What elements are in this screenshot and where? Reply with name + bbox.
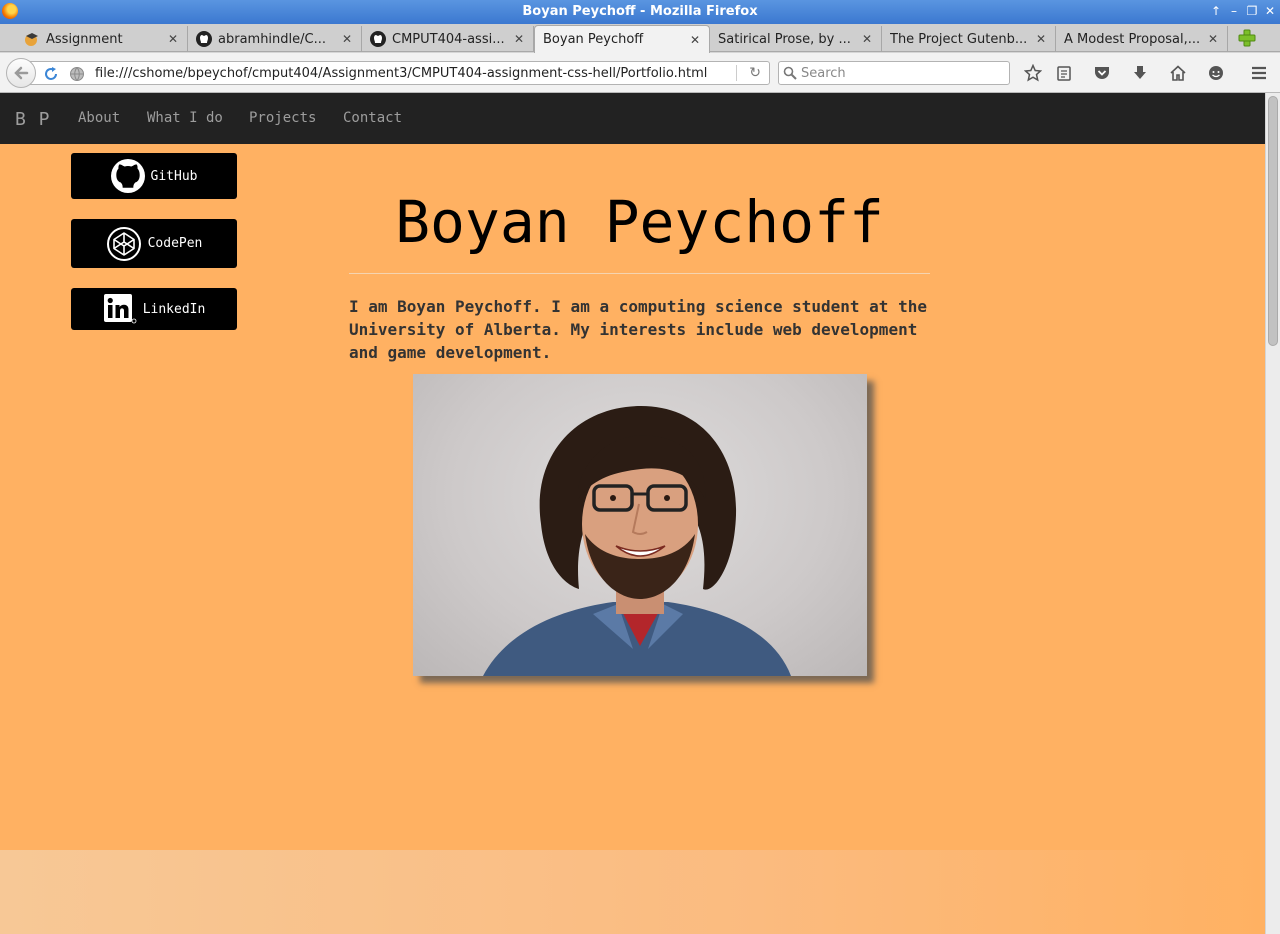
github-button-label: GitHub [150,168,198,184]
hamburger-menu-icon[interactable] [1250,64,1268,82]
tab-label: The Project Gutenb... [890,31,1028,47]
new-tab-button[interactable] [1236,28,1258,48]
tab-assignment[interactable]: Assignment ✕ [16,26,188,52]
codepen-button[interactable]: CodePen [71,219,237,268]
scrollbar-thumb[interactable] [1268,96,1278,346]
nav-link-what-i-do[interactable]: What I do [147,110,223,126]
tab-close-icon[interactable]: ✕ [513,32,525,46]
url-text[interactable]: file:///cshome/bpeychof/cmput404/Assignm… [95,66,707,81]
nav-link-contact[interactable]: Contact [343,110,402,126]
tab-label: abramhindle/C... [218,31,326,47]
nav-link-about[interactable]: About [78,110,120,126]
profile-photo [413,374,867,676]
navigation-toolbar: file:///cshome/bpeychof/cmput404/Assignm… [0,53,1280,93]
tab-close-icon[interactable]: ✕ [341,32,353,46]
window-titlebar: Boyan Peychoff - Mozilla Firefox ↑ – ❐ ✕ [0,0,1280,24]
tab-boyan-peychoff[interactable]: Boyan Peychoff ✕ [534,25,710,53]
url-divider [736,65,737,81]
tab-github-abramhindle[interactable]: abramhindle/C... ✕ [188,26,362,52]
nav-link-projects[interactable]: Projects [249,110,316,126]
github-button[interactable]: GitHub [71,153,237,199]
tab-strip: Assignment ✕ abramhindle/C... ✕ CMPUT404… [0,24,1280,53]
back-button[interactable] [6,58,36,88]
tab-satirical-prose[interactable]: Satirical Prose, by ... ✕ [710,26,882,52]
site-navbar: B P About What I do Projects Contact [0,93,1265,144]
tab-github-cmput404[interactable]: CMPUT404-assi... ✕ [362,26,534,52]
eclass-icon [24,31,40,47]
tab-close-icon[interactable]: ✕ [1207,32,1219,46]
tab-project-gutenberg[interactable]: The Project Gutenb... ✕ [882,26,1056,52]
codepen-icon [106,226,141,261]
heading-divider [349,273,930,274]
window-controls: ↑ – ❐ ✕ [1210,3,1276,19]
bookmarks-menu-icon[interactable] [1055,64,1073,82]
tab-label: Satirical Prose, by ... [718,31,851,47]
pocket-icon[interactable] [1093,64,1111,82]
page-scrollbar[interactable] [1265,93,1280,934]
intro-paragraph: I am Boyan Peychoff. I am a computing sc… [349,297,927,362]
url-bar[interactable]: file:///cshome/bpeychof/cmput404/Assignm… [30,61,770,85]
github-icon [370,31,386,47]
window-up-icon[interactable]: ↑ [1210,3,1222,19]
codepen-button-label: CodePen [147,236,203,251]
reload-icon[interactable]: ↻ [749,65,761,81]
tab-label: CMPUT404-assi... [392,31,505,47]
globe-icon[interactable] [69,66,85,82]
tab-label: A Modest Proposal,... [1064,31,1201,47]
footer-gradient-band [0,850,1265,934]
back-arrow-icon [14,66,29,80]
linkedin-icon [103,294,137,324]
linkedin-button-label: LinkedIn [142,301,206,317]
tab-modest-proposal[interactable]: A Modest Proposal,... ✕ [1056,26,1228,52]
close-window-button[interactable]: ✕ [1264,3,1276,19]
search-input[interactable] [801,64,1001,82]
tab-close-icon[interactable]: ✕ [689,33,701,47]
tab-label: Boyan Peychoff [543,32,644,47]
page-viewport: B P About What I do Projects Contact Git… [0,93,1265,934]
linkedin-button[interactable]: LinkedIn [71,288,237,330]
search-bar[interactable] [778,61,1010,85]
tab-close-icon[interactable]: ✕ [167,32,179,46]
page-heading: Boyan Peychoff [395,188,884,256]
search-icon [783,66,797,84]
tab-label: Assignment [46,31,123,47]
github-icon [196,31,212,47]
maximize-button[interactable]: ❐ [1246,3,1258,19]
plus-icon [1238,29,1256,47]
minimize-button[interactable]: – [1228,3,1240,19]
window-title: Boyan Peychoff - Mozilla Firefox [522,4,758,19]
bookmark-star-icon[interactable] [1024,64,1042,82]
reload-page-icon[interactable] [43,66,59,82]
download-icon[interactable] [1131,64,1149,82]
home-icon[interactable] [1169,64,1187,82]
hello-chat-icon[interactable] [1207,64,1225,82]
tab-close-icon[interactable]: ✕ [1035,32,1047,46]
tab-close-icon[interactable]: ✕ [861,32,873,46]
site-brand[interactable]: B P [15,109,51,130]
github-icon [110,159,145,193]
